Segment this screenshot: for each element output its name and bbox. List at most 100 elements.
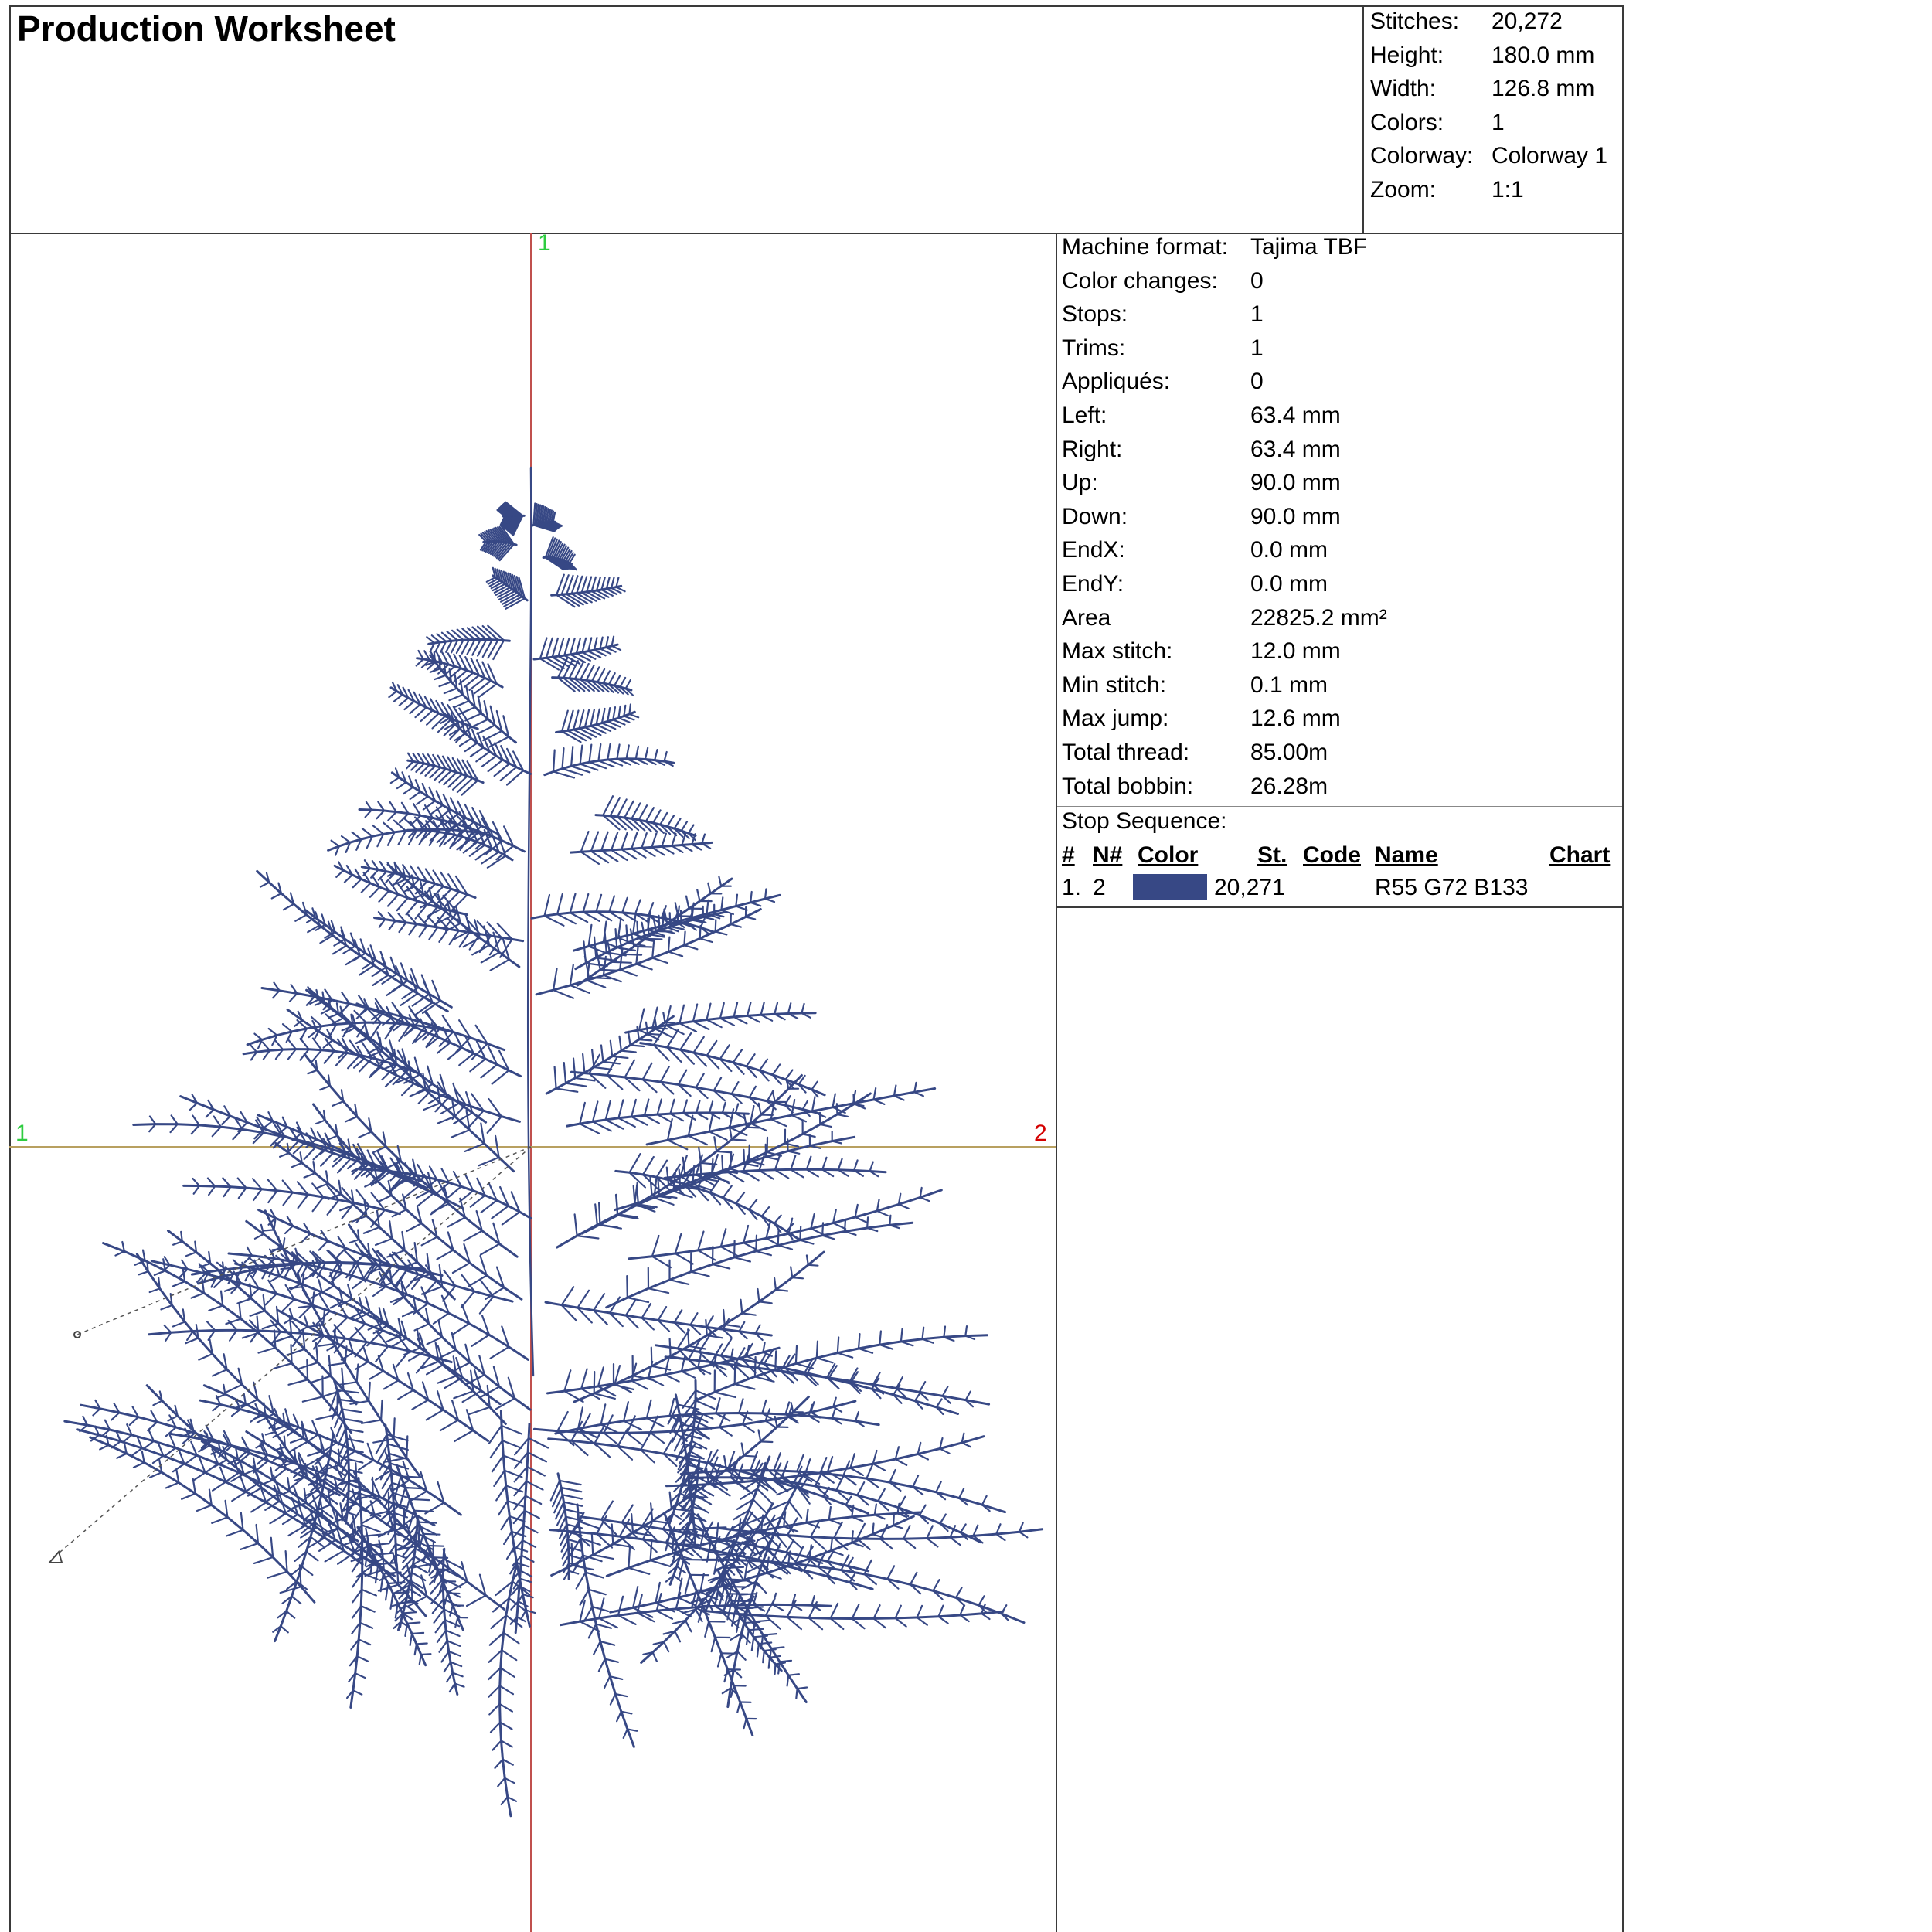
stitch-path <box>663 750 668 763</box>
stitch-path <box>872 1098 886 1105</box>
stitch-path <box>92 1407 101 1417</box>
stitch-path <box>958 1488 965 1499</box>
stitch-path <box>128 1416 140 1426</box>
axis-label-left: 1 <box>15 1121 29 1146</box>
stitch-path <box>561 1494 583 1500</box>
axis-label-right: 2 <box>1034 1121 1047 1146</box>
stitch-path <box>856 1481 866 1496</box>
stitch-path <box>142 1440 155 1450</box>
stitch-path <box>771 1090 776 1103</box>
stitch-path <box>671 845 684 853</box>
stitch-path <box>411 1399 430 1410</box>
stitch-path <box>750 890 753 903</box>
stitch-path <box>428 926 439 940</box>
stitch-path <box>281 1023 293 1032</box>
stitch-path <box>978 1595 985 1607</box>
stitch-path <box>719 1227 727 1248</box>
stitch-path <box>725 1468 741 1471</box>
stitch-path <box>553 1494 563 1514</box>
stitch-path <box>393 693 403 702</box>
stitch-path <box>288 1286 304 1290</box>
stitch-path <box>470 718 489 729</box>
stitch-path <box>284 1225 294 1235</box>
stitch-path <box>651 846 665 856</box>
stitch-path <box>774 1662 786 1665</box>
stitch-path <box>446 1640 461 1647</box>
stitch-path <box>736 1650 747 1661</box>
stitch-path <box>811 1080 818 1090</box>
stitch-path <box>972 1524 979 1537</box>
stitch-path <box>640 1433 651 1451</box>
stitch-path <box>679 1022 698 1032</box>
stitch-path <box>459 706 476 715</box>
stitch-path <box>212 1481 227 1492</box>
stitch-path <box>338 1398 362 1403</box>
stitch-path <box>843 1230 857 1236</box>
stitch-path <box>475 750 491 763</box>
stitch-path <box>311 1196 325 1213</box>
stitch-path <box>198 1352 213 1361</box>
stitch-path <box>420 1285 444 1295</box>
stitch-path <box>500 1796 509 1805</box>
end-marker-icon <box>47 1549 63 1563</box>
stitch-path <box>488 1649 503 1663</box>
stitch-path <box>513 1546 529 1553</box>
stitch-path <box>621 953 643 956</box>
stitch-path <box>618 1035 622 1052</box>
stitch-path <box>287 1379 309 1386</box>
stitch-path <box>355 1363 359 1383</box>
stitch-path <box>916 1604 923 1619</box>
stitch-path <box>687 1134 709 1146</box>
stitch-path <box>836 1113 849 1117</box>
stitch-path <box>600 707 606 724</box>
stitch-path <box>889 1468 896 1484</box>
stitch-path <box>290 1344 293 1365</box>
stitch-path <box>172 1240 183 1246</box>
stitch-path <box>627 1030 631 1046</box>
stitch-path <box>767 1656 771 1669</box>
stitch-path <box>566 709 574 732</box>
stitch-path <box>111 1411 121 1421</box>
stitch-path <box>593 1066 613 1070</box>
stitch-path <box>352 878 362 889</box>
stitch-path <box>659 1066 670 1083</box>
stitch-path <box>401 1611 417 1614</box>
stitch-path <box>744 916 757 920</box>
stitch-path <box>305 1550 319 1562</box>
stitch-path <box>698 1146 702 1164</box>
stitch-path <box>560 709 569 733</box>
stitch-path <box>754 1324 761 1335</box>
stitch-path <box>750 901 762 907</box>
stitch-path <box>573 709 580 731</box>
stitch-path <box>383 821 396 833</box>
stitch-path <box>764 888 767 900</box>
stitch-path <box>894 1458 908 1466</box>
stitch-path <box>743 1717 747 1730</box>
stitch-path <box>591 1049 595 1069</box>
stitch-path <box>624 800 634 819</box>
stitch-path <box>288 992 298 1002</box>
stitch-path <box>736 1614 741 1633</box>
stitch-path <box>893 1094 905 1101</box>
stitch-path <box>651 1651 658 1662</box>
stitch-path <box>409 1498 430 1502</box>
stitch-path <box>668 1338 672 1358</box>
stitch-path <box>647 1287 670 1294</box>
stitch-path <box>185 1251 198 1257</box>
stitch-path <box>661 845 675 855</box>
stitch-path <box>563 1369 572 1393</box>
stitch-path <box>799 1225 802 1241</box>
stitch-path <box>449 1604 454 1617</box>
stitch-path <box>160 1304 173 1311</box>
stitch-path <box>644 937 663 940</box>
stitch-path <box>770 1646 785 1650</box>
stitch-path <box>645 1417 665 1427</box>
stitch-path <box>853 1103 865 1107</box>
stitch-path <box>939 1447 951 1454</box>
stitch-path <box>701 833 706 845</box>
stitch-path <box>669 1098 675 1115</box>
stitch-path <box>306 1359 309 1381</box>
stitch-path <box>619 968 638 977</box>
stitch-path <box>429 831 440 842</box>
stitch-path <box>520 1554 535 1563</box>
